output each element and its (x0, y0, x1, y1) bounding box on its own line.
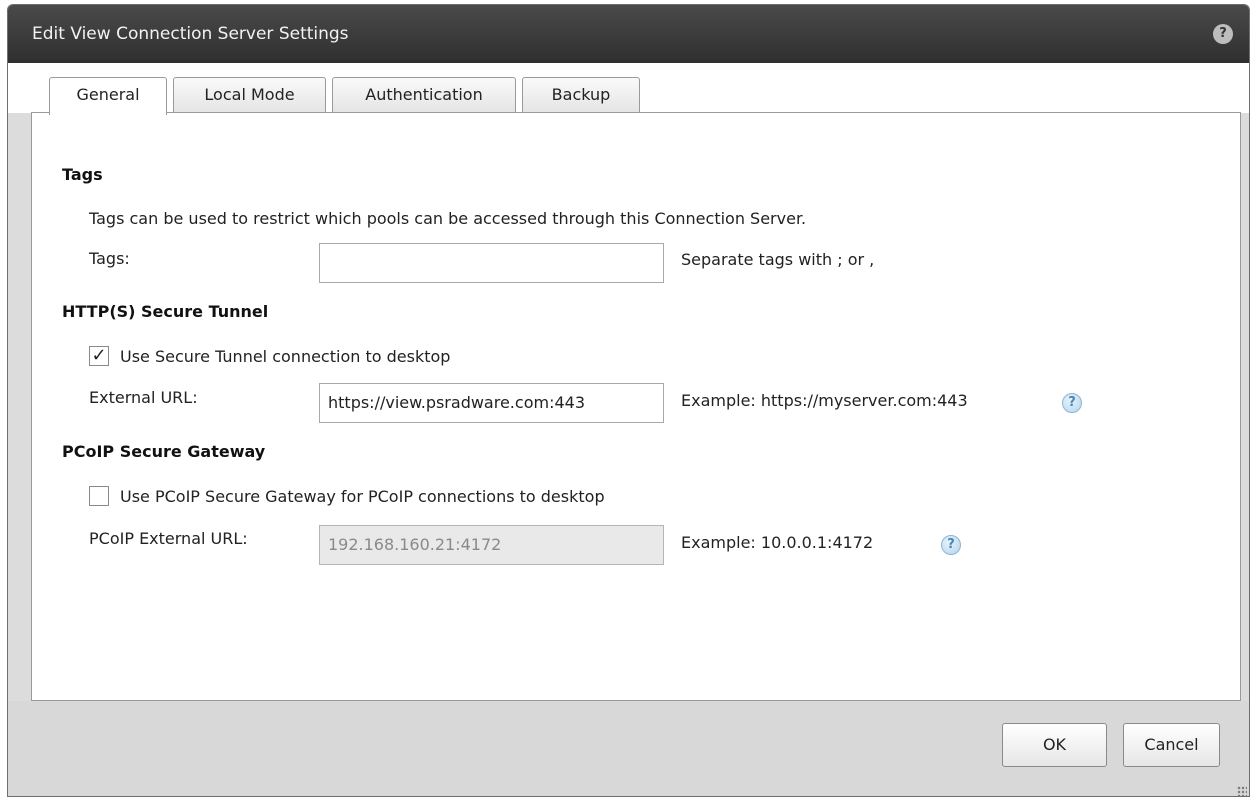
pcoip-external-url-label: PCoIP External URL: (89, 529, 248, 548)
title-bar: Edit View Connection Server Settings ? (8, 5, 1249, 63)
general-tab-panel: Tags Tags can be used to restrict which … (31, 112, 1241, 701)
secure-tunnel-checkbox[interactable]: ✓ (89, 346, 109, 366)
tags-description: Tags can be used to restrict which pools… (89, 209, 807, 228)
help-icon[interactable]: ? (1213, 24, 1233, 44)
tab-local-mode[interactable]: Local Mode (173, 77, 326, 113)
edit-settings-dialog: Edit View Connection Server Settings ? G… (7, 4, 1250, 797)
tab-authentication[interactable]: Authentication (332, 77, 516, 113)
external-url-example: Example: https://myserver.com:443 (681, 391, 968, 410)
ok-button[interactable]: OK (1002, 723, 1107, 767)
tab-strip: General Local Mode Authentication Backup (8, 63, 1249, 115)
secure-tunnel-heading: HTTP(S) Secure Tunnel (62, 302, 269, 321)
tags-input[interactable] (319, 243, 664, 283)
tags-label: Tags: (89, 249, 130, 268)
pcoip-gateway-checkbox[interactable] (89, 486, 109, 506)
tab-backup[interactable]: Backup (522, 77, 640, 113)
pcoip-url-example: Example: 10.0.0.1:4172 (681, 533, 874, 552)
pcoip-gateway-checkbox-label[interactable]: Use PCoIP Secure Gateway for PCoIP conne… (120, 487, 605, 506)
secure-tunnel-checkbox-label[interactable]: Use Secure Tunnel connection to desktop (120, 347, 450, 366)
external-url-input[interactable]: https://view.psradware.com:443 (319, 383, 664, 423)
tags-hint: Separate tags with ; or , (681, 250, 875, 269)
pcoip-url-help-icon[interactable]: ? (941, 535, 961, 555)
dialog-title: Edit View Connection Server Settings (32, 24, 349, 44)
dialog-footer: OK Cancel (8, 701, 1249, 796)
pcoip-gateway-heading: PCoIP Secure Gateway (62, 442, 266, 461)
tab-general[interactable]: General (49, 77, 167, 115)
external-url-label: External URL: (89, 388, 198, 407)
resize-grip-icon[interactable] (1237, 786, 1247, 796)
pcoip-external-url-input[interactable]: 192.168.160.21:4172 (319, 525, 664, 565)
tags-heading: Tags (62, 165, 103, 184)
cancel-button[interactable]: Cancel (1123, 723, 1220, 767)
external-url-help-icon[interactable]: ? (1062, 393, 1082, 413)
